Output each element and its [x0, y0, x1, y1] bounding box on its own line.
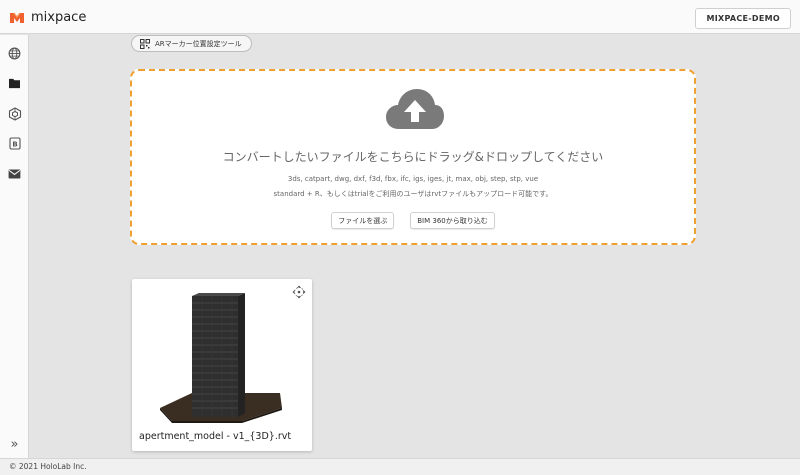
model-card[interactable]: apertment_model - v1_{3D}.rvt: [132, 279, 312, 451]
model-file-name: apertment_model - v1_{3D}.rvt: [139, 431, 292, 442]
qr-code-icon: [140, 38, 150, 49]
footer: © 2021 HoloLab Inc.: [0, 458, 800, 475]
nav-item-model-network[interactable]: [5, 104, 24, 123]
account-button[interactable]: MIXPACE-DEMO: [695, 8, 791, 29]
ar-marker-tool-button[interactable]: ARマーカー位置設定ツール: [131, 35, 252, 52]
ar-marker-tool-label: ARマーカー位置設定ツール: [155, 39, 242, 48]
supported-formats-text: 3ds, catpart, dwg, dxf, f3d, fbx, ifc, i…: [287, 175, 539, 183]
sidebar: B »: [0, 35, 29, 458]
dropzone-actions: ファイルを選ぶ BIM 360から取り込む: [132, 212, 694, 229]
app-name: mixpace: [31, 10, 87, 25]
rvt-upload-note: standard + R、もしくはtrialをご利用のユーザはrvtファイルもア…: [273, 190, 553, 198]
copyright-text: © 2021 HoloLab Inc.: [9, 462, 87, 471]
globe-icon: [8, 47, 21, 60]
cloud-upload-icon: [386, 89, 444, 129]
nav-item-globe[interactable]: [5, 44, 24, 63]
nav-item-folder[interactable]: [5, 74, 24, 93]
mail-icon: [8, 168, 21, 179]
folder-icon: [9, 78, 20, 89]
view-3d-icon[interactable]: [292, 285, 306, 299]
file-dropzone[interactable]: コンバートしたいファイルをこちらにドラッグ&ドロップしてください 3ds, ca…: [130, 69, 696, 245]
top-bar: mixpace MIXPACE-DEMO: [0, 0, 800, 34]
dropzone-title: コンバートしたいファイルをこちらにドラッグ&ドロップしてください: [222, 150, 604, 164]
select-file-button[interactable]: ファイルを選ぶ: [331, 212, 395, 229]
svg-text:B: B: [12, 141, 17, 149]
nav-item-b-badge[interactable]: B: [5, 134, 24, 153]
model-thumbnail: [160, 293, 282, 423]
b-badge-icon: B: [8, 137, 21, 150]
sidebar-collapse-button[interactable]: »: [5, 435, 24, 454]
cube-network-icon: [8, 106, 21, 121]
mixpace-logo-icon: [10, 12, 24, 23]
import-bim360-button[interactable]: BIM 360から取り込む: [410, 212, 495, 229]
nav-item-mail[interactable]: [5, 164, 24, 183]
